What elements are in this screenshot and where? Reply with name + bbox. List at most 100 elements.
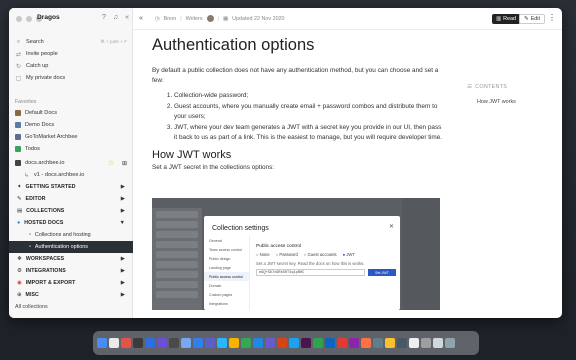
favorite-item[interactable]: Default Docs — [9, 107, 133, 119]
breadcrumb-bnon[interactable]: Bnon — [164, 16, 177, 22]
caret-right-icon[interactable]: ▶ — [121, 268, 125, 274]
modal-menu-item: Domain — [209, 283, 222, 288]
dock-app-icon[interactable] — [229, 338, 239, 348]
site-item[interactable]: docs.archbee.io ☆ ⊞ — [9, 157, 133, 169]
dock-app-icon[interactable] — [145, 338, 155, 348]
search-nav-item[interactable]: ⌕ Search ⌘ + path + F — [9, 36, 133, 48]
dock-app-icon[interactable] — [157, 338, 167, 348]
tree-item-collections-hosting[interactable]: ▫ Collections and hosting — [9, 229, 133, 241]
pencil-icon: ✎ — [524, 16, 529, 22]
favorite-item[interactable]: GoToMarket Archbee — [9, 131, 133, 143]
dock-app-icon[interactable] — [433, 338, 443, 348]
caret-right-icon[interactable]: ▶ — [121, 292, 125, 298]
dock-app-icon[interactable] — [181, 338, 191, 348]
collapse-sidebar-icon[interactable]: « — [125, 14, 129, 21]
toc-item[interactable]: How JWT works — [467, 99, 516, 105]
integrations-icon: ⚙ — [17, 268, 22, 274]
dock-app-icon[interactable] — [301, 338, 311, 348]
updated-date: Updated 22 Nov 2020 — [232, 15, 285, 22]
tree-label: INTEGRATIONS — [25, 268, 66, 274]
dock-app-icon[interactable] — [217, 338, 227, 348]
help-icon[interactable]: ? — [102, 14, 106, 21]
dock-app-icon[interactable] — [289, 338, 299, 348]
dock-app-icon[interactable] — [409, 338, 419, 348]
tree-item-hosted-docs[interactable]: ● HOSTED DOCS ▼ — [9, 217, 133, 229]
favorite-item[interactable]: Demo Docs — [9, 119, 133, 131]
dock-app-icon[interactable] — [277, 338, 287, 348]
catch-up-nav-item[interactable]: ↻ Catch up — [9, 60, 133, 72]
modal-menu-item: General — [209, 238, 222, 243]
star-icon[interactable]: ☆ — [108, 159, 114, 167]
tree-label: WORKSPACES — [25, 256, 65, 262]
misc-icon: ⊕ — [17, 292, 22, 298]
tree-item-editor[interactable]: ✎ EDITOR ▶ — [9, 193, 133, 205]
edit-label: Edit — [530, 16, 540, 22]
tree-item-collections[interactable]: ▤ COLLECTIONS ▶ — [9, 205, 133, 217]
jwt-help-text: Set a JWT secret key. Read the docs on h… — [256, 261, 365, 266]
search-shortcut: ⌘ + path + F — [100, 39, 127, 44]
tree-item-import-export[interactable]: ◉ IMPORT & EXPORT ▶ — [9, 277, 133, 289]
minimize-window-icon[interactable] — [26, 16, 32, 22]
set-jwt-button: Set JWT — [368, 269, 396, 276]
dock-app-icon[interactable] — [373, 338, 383, 348]
modal-menu: General Team access control Public desig… — [204, 236, 250, 310]
search-label: Search — [26, 39, 44, 45]
dock-app-icon[interactable] — [385, 338, 395, 348]
dock-app-icon[interactable] — [133, 338, 143, 348]
dock-app-icon[interactable] — [325, 338, 335, 348]
dock-app-icon[interactable] — [169, 338, 179, 348]
caret-right-icon[interactable]: ▶ — [121, 256, 125, 262]
breadcrumb-writers[interactable]: Writers — [186, 16, 203, 22]
import-export-icon: ◉ — [17, 280, 22, 286]
dock-app-icon[interactable] — [241, 338, 251, 348]
caret-right-icon[interactable]: ▶ — [121, 184, 125, 190]
dock-app-icon[interactable] — [337, 338, 347, 348]
edit-button[interactable]: ✎ Edit — [519, 14, 545, 24]
dock-app-icon[interactable] — [193, 338, 203, 348]
invite-nav-item[interactable]: ⇄ Invite people — [9, 48, 133, 60]
all-collections-link[interactable]: All collections — [15, 304, 48, 310]
add-page-icon[interactable]: ⊞ — [122, 160, 127, 167]
dock-app-icon[interactable] — [445, 338, 455, 348]
tree-item-getting-started[interactable]: ✦ GETTING STARTED ▶ — [9, 181, 133, 193]
dock-app-icon[interactable] — [397, 338, 407, 348]
globe-icon: ● — [17, 220, 21, 226]
dock-app-icon[interactable] — [253, 338, 263, 348]
tree-item-integrations[interactable]: ⚙ INTEGRATIONS ▶ — [9, 265, 133, 277]
dock-app-icon[interactable] — [349, 338, 359, 348]
caret-right-icon[interactable]: ▶ — [121, 208, 125, 214]
dock-app-icon[interactable] — [121, 338, 131, 348]
read-button[interactable]: ▥ Read — [492, 14, 520, 24]
close-icon: ✕ — [388, 224, 394, 230]
tree-item-authentication-options[interactable]: ▫ Authentication options — [9, 241, 133, 253]
favorite-label: Todos — [25, 146, 40, 152]
favorite-item[interactable]: Todos — [9, 143, 133, 155]
page-icon: ▫ — [29, 244, 31, 250]
dock-app-icon[interactable] — [265, 338, 275, 348]
caret-right-icon[interactable]: ▶ — [121, 280, 125, 286]
version-item[interactable]: ↳ v1 - docs.archbee.io — [9, 169, 133, 181]
tree-item-workspaces[interactable]: ❖ WORKSPACES ▶ — [9, 253, 133, 265]
caret-right-icon[interactable]: ▶ — [121, 196, 125, 202]
dock-app-icon[interactable] — [421, 338, 431, 348]
bell-icon[interactable]: ♫ — [113, 14, 118, 21]
caret-down-icon[interactable]: ▼ — [120, 220, 125, 226]
workspace-name[interactable]: Dragos — [37, 14, 60, 21]
dock-app-icon[interactable] — [97, 338, 107, 348]
private-docs-nav-item[interactable]: ▢ My private docs — [9, 72, 133, 84]
radio-option: Guest accounts — [304, 252, 337, 257]
dock-app-icon[interactable] — [361, 338, 371, 348]
tree-item-misc[interactable]: ⊕ MISC ▶ — [9, 289, 133, 301]
pencil-icon: ✎ — [17, 196, 22, 202]
more-options-icon[interactable]: ⋮ — [548, 13, 556, 22]
dock-app-icon[interactable] — [313, 338, 323, 348]
chevron-left-icon[interactable]: « — [139, 15, 143, 22]
avatar[interactable] — [206, 15, 214, 22]
dock-app-icon[interactable] — [109, 338, 119, 348]
favorite-label: Demo Docs — [25, 122, 55, 128]
close-window-icon[interactable] — [16, 16, 22, 22]
dock-app-icon[interactable] — [205, 338, 215, 348]
favorite-label: GoToMarket Archbee — [25, 134, 78, 140]
embedded-screenshot: Collection settings ✕ General Team acces… — [152, 198, 440, 310]
radio-option: JWT — [343, 252, 355, 257]
